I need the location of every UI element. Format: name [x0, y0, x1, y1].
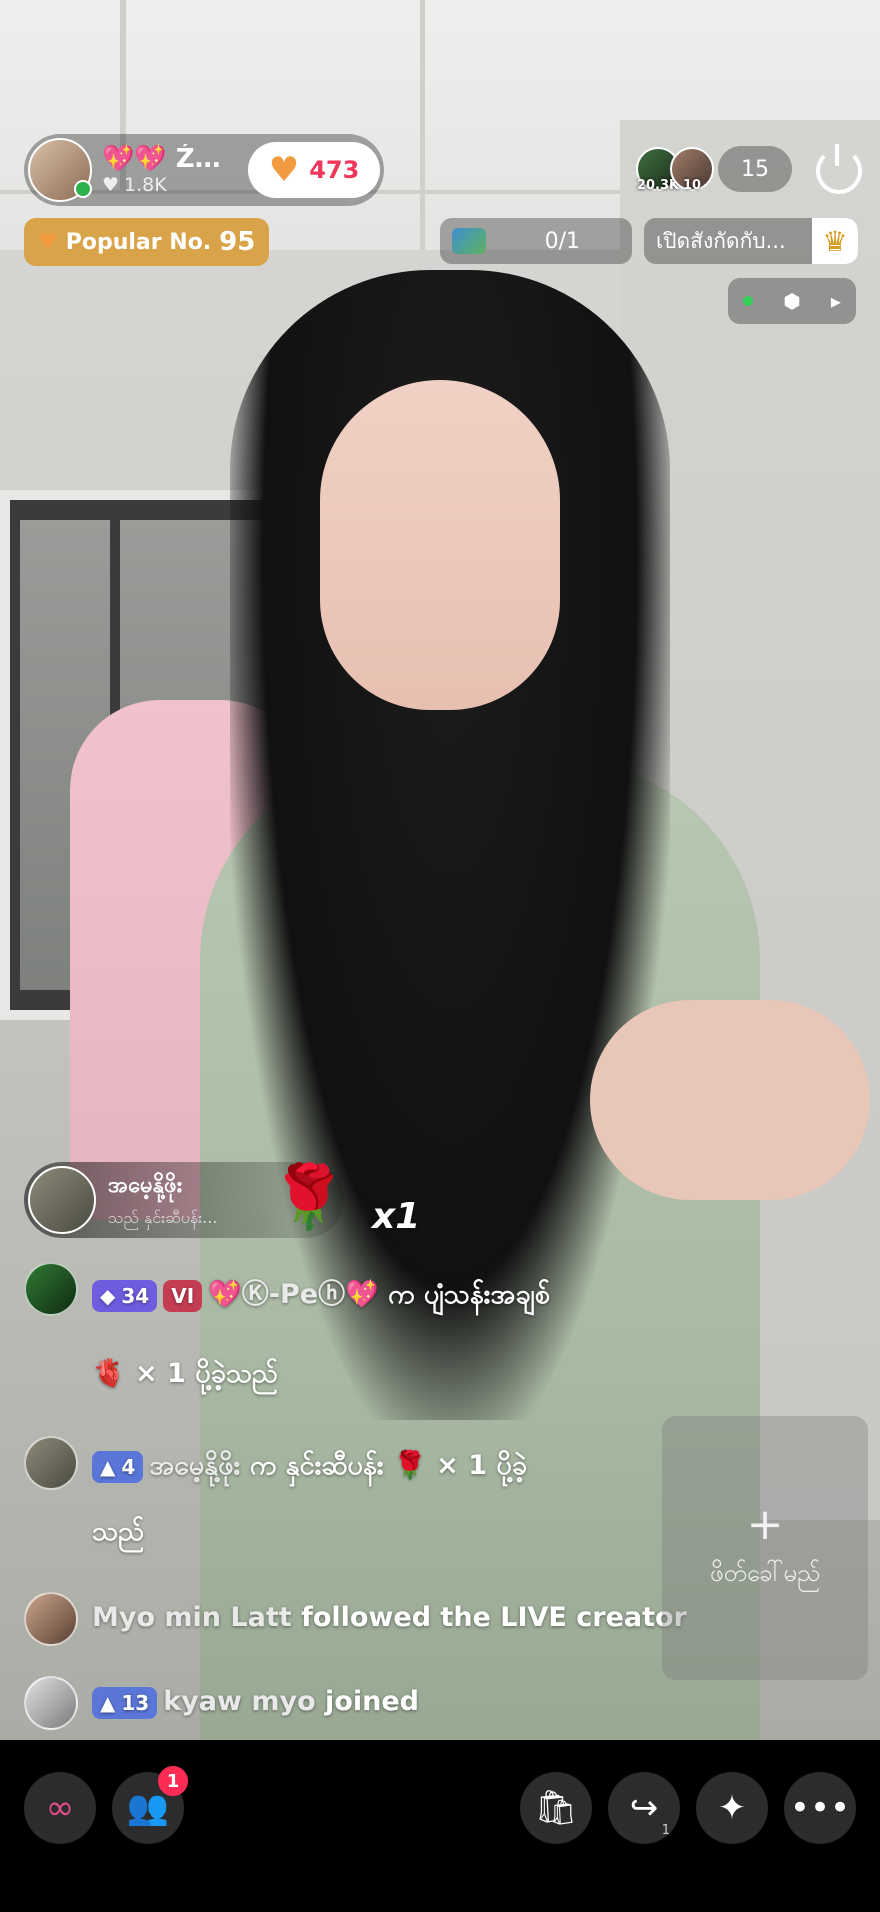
play-icon[interactable]: ▸ — [831, 289, 841, 313]
popular-rank: 95 — [219, 227, 256, 257]
host-name: 💖💖 Ź… — [102, 144, 220, 174]
popular-label: Popular No. — [65, 229, 212, 255]
crown-icon: ♛ — [812, 218, 858, 264]
more-icon[interactable]: ••• — [784, 1772, 856, 1844]
triangle-icon: ▲ — [100, 1454, 116, 1479]
notification-badge: 1 — [158, 1766, 188, 1796]
level-badge: ▲ 13 — [92, 1686, 158, 1719]
chat-avatar[interactable] — [24, 1262, 78, 1316]
gift-subtitle: သည် နှင်းဆီပန်း... — [108, 1207, 218, 1227]
host-card[interactable]: 💖💖 Ź… ♥ 1.8K ♥ 473 — [24, 134, 384, 206]
diamond-icon: ◆ — [100, 1283, 116, 1308]
chat-username[interactable]: အမေ့နို့ဖိုး — [149, 1450, 240, 1481]
shopping-bag-icon[interactable]: 🛍 — [520, 1772, 592, 1844]
chat-message: ◆ 34 VI 💖Ⓚ-Peⓗ💖 က ပျံသန်းအချစ် — [92, 1272, 550, 1317]
mini-controls[interactable]: ⬢ ▸ — [728, 278, 856, 324]
chat-username[interactable]: kyaw myo — [163, 1686, 315, 1717]
bottom-bar: ∞ 👥 1 🛍 ↪ 1 ✦ ••• — [0, 1740, 880, 1912]
like-button[interactable]: ♥ 473 — [248, 142, 380, 198]
invite-button[interactable]: + ဖိတ်ခေါ်မည် — [662, 1416, 868, 1680]
goal-value: 0/1 — [544, 228, 580, 254]
chat-message-cont: 🫀 × 1 ပို့ခဲ့သည် — [92, 1358, 279, 1389]
live-dot — [743, 296, 754, 306]
plus-icon: + — [746, 1499, 784, 1550]
top-viewer-avatar[interactable]: 10 — [670, 147, 714, 193]
chat-message: ▲ 13 kyaw myo joined — [92, 1686, 419, 1719]
chat-message: Myo min Latt followed the LIVE creator — [92, 1602, 687, 1633]
share-count: 1 — [661, 1823, 670, 1838]
host-likes: 1.8K — [124, 174, 167, 196]
power-icon[interactable] — [816, 144, 862, 194]
chat-text: followed the LIVE creator — [301, 1602, 687, 1633]
streamer-face — [320, 380, 560, 710]
streamer-hand — [590, 1000, 870, 1200]
triangle-icon: ▲ — [100, 1690, 116, 1715]
popular-rank-badge[interactable]: ♥ Popular No. 95 — [24, 218, 270, 266]
goal-image — [452, 228, 486, 254]
rose-gift-icon: 🌹 — [270, 1160, 348, 1233]
level-badge: ◆ 34 — [92, 1279, 158, 1312]
viewer-count[interactable]: 15 — [718, 146, 792, 192]
chat-avatar[interactable] — [24, 1436, 78, 1490]
chat-username[interactable]: Myo min Latt — [92, 1602, 292, 1633]
goal-widget[interactable]: 0/1 — [440, 218, 632, 264]
link-icon[interactable]: ∞ — [24, 1772, 96, 1844]
like-count: 473 — [309, 156, 360, 184]
invite-label: ဖိတ်ခေါ်မည် — [709, 1559, 821, 1587]
vip-badge: VI — [163, 1279, 203, 1312]
chat-text: joined — [325, 1686, 419, 1717]
gift-sender-name: အမေ့နို့ဖိုး — [108, 1172, 183, 1198]
heart-icon: ♥ — [38, 229, 58, 255]
level-badge: ▲ 4 — [92, 1450, 144, 1483]
magic-wand-icon[interactable]: ✦ — [696, 1772, 768, 1844]
heart-icon: ♥ — [102, 174, 120, 196]
chat-message-cont: သည် — [92, 1516, 145, 1547]
friends-icon[interactable]: 👥 1 — [112, 1766, 188, 1844]
chat-avatar[interactable] — [24, 1592, 78, 1646]
game-icon[interactable]: ⬢ — [783, 289, 800, 313]
orange-heart-icon: ♥ — [268, 150, 300, 190]
gift-multiplier: x1 — [372, 1196, 421, 1237]
chat-message: ▲ 4 အမေ့နို့ဖိုး က နှင်းဆီပန်း 🌹 × 1 ပို့ခ… — [92, 1448, 527, 1488]
top-viewers[interactable]: 20.3K 10 15 — [636, 146, 792, 193]
online-dot — [74, 180, 92, 198]
gift-sender-avatar[interactable] — [28, 1166, 96, 1234]
share-icon[interactable]: ↪ 1 — [608, 1772, 680, 1844]
subscribe-banner[interactable]: เปิดสังกัดกับ... ♛ — [644, 218, 858, 264]
chat-text: က ပျံသန်းအချစ် — [388, 1279, 550, 1310]
chat-avatar[interactable] — [24, 1676, 78, 1730]
subscribe-label: เปิดสังกัดกับ... — [656, 228, 786, 253]
chat-username[interactable]: 💖Ⓚ-Peⓗ💖 — [208, 1279, 379, 1310]
chat-text: က နှင်းဆီပန်း 🌹 × 1 ပို့ခဲ့ — [249, 1450, 527, 1481]
host-avatar[interactable] — [28, 138, 92, 202]
